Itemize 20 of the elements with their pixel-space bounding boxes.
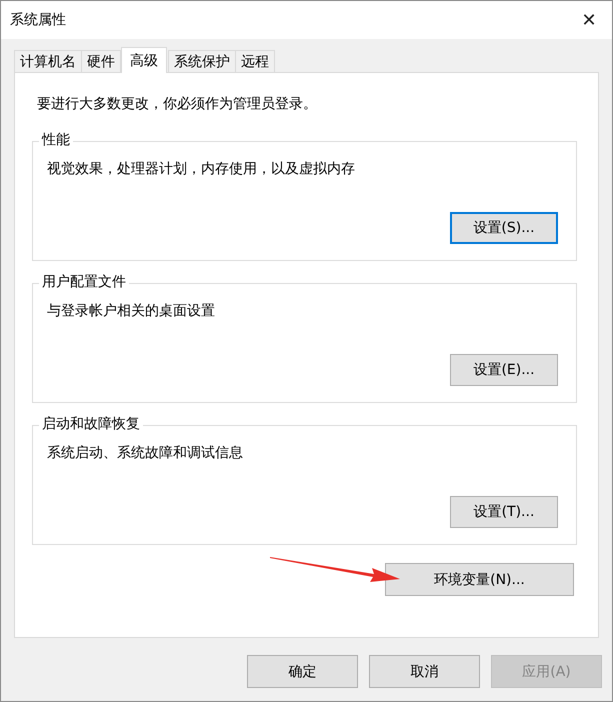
tab[interactable]: 硬件 <box>81 50 121 72</box>
group-title: 性能 <box>39 131 73 149</box>
dialog-button[interactable]: 确定 <box>247 655 358 688</box>
environment-variables-button[interactable]: 环境变量(N)... <box>385 563 574 596</box>
tab[interactable]: 计算机名 <box>14 50 82 72</box>
settings-button[interactable]: 设置(E)... <box>450 354 558 386</box>
settings-button[interactable]: 设置(S)... <box>450 212 558 244</box>
tab[interactable]: 系统保护 <box>168 50 236 72</box>
tab[interactable]: 远程 <box>235 50 275 72</box>
group-title: 启动和故障恢复 <box>39 415 143 433</box>
dialog-button[interactable]: 取消 <box>369 655 480 688</box>
tab[interactable]: 高级 <box>121 47 167 73</box>
close-button[interactable]: ✕ <box>566 1 612 39</box>
settings-button[interactable]: 设置(T)... <box>450 496 558 528</box>
window-title: 系统属性 <box>10 11 66 29</box>
notice-text: 要进行大多数更改，你必须作为管理员登录。 <box>36 95 318 114</box>
group-description: 系统启动、系统故障和调试信息 <box>47 444 244 462</box>
group-description: 视觉效果，处理器计划，内存使用，以及虚拟内存 <box>47 160 356 178</box>
group-title: 用户配置文件 <box>39 273 129 291</box>
group-description: 与登录帐户相关的桌面设置 <box>47 302 216 320</box>
